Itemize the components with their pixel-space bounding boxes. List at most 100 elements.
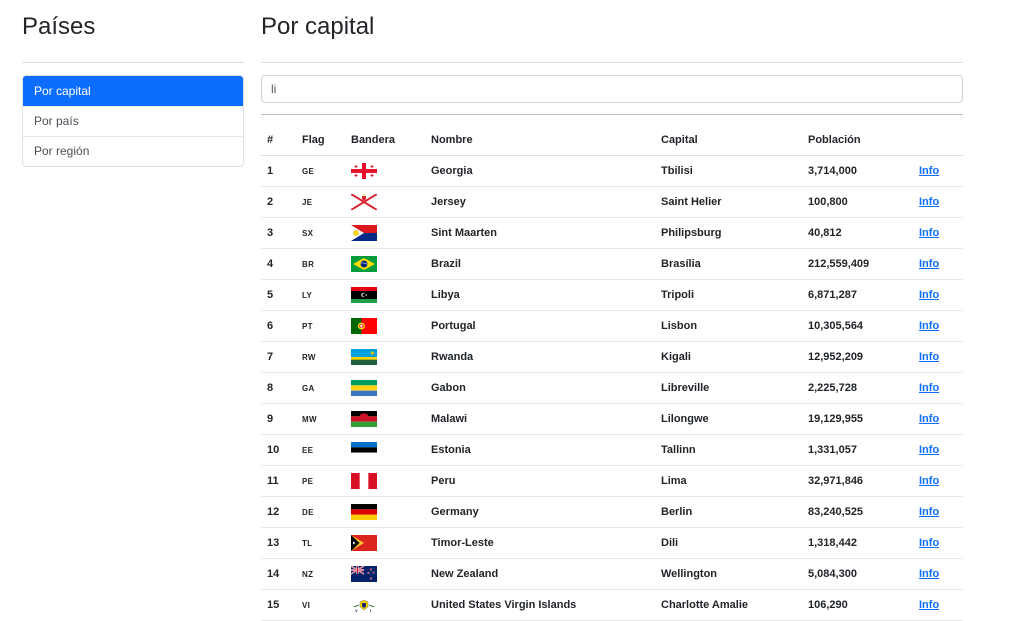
info-link[interactable]: Info (919, 413, 939, 425)
header-capital: Capital (655, 125, 802, 156)
menu-item-por-pais[interactable]: Por país (23, 106, 243, 136)
ee-flag-icon (351, 442, 377, 458)
country-code: RW (296, 341, 345, 373)
country-name: United States Virgin Islands (425, 589, 655, 621)
country-code: DE (296, 496, 345, 528)
country-capital: Tallinn (655, 434, 802, 466)
country-capital: Berlin (655, 496, 802, 528)
country-population: 100,800 (802, 186, 913, 218)
vi-flag-icon: VI (351, 597, 377, 613)
country-code: GE (296, 155, 345, 187)
info-link[interactable]: Info (919, 227, 939, 239)
header-nombre: Nombre (425, 125, 655, 156)
country-name: Georgia (425, 155, 655, 187)
country-population: 1,318,442 (802, 527, 913, 559)
country-code: SX (296, 217, 345, 249)
header-actions (913, 125, 963, 156)
row-number: 10 (261, 434, 296, 466)
info-cell: Info (913, 248, 963, 280)
pt-flag-icon (351, 318, 377, 334)
sidebar-divider (22, 62, 244, 63)
table-row: 6 PT Portugal Lisbon 10,305,564 Info (261, 310, 963, 342)
country-population: 12,952,209 (802, 341, 913, 373)
country-capital: Tbilisi (655, 155, 802, 187)
table-row: 5 LY Libya Tripoli 6,871,287 Info (261, 279, 963, 311)
info-link[interactable]: Info (919, 537, 939, 549)
info-link[interactable]: Info (919, 196, 939, 208)
country-name: Sint Maarten (425, 217, 655, 249)
row-number: 5 (261, 279, 296, 311)
row-number: 1 (261, 155, 296, 187)
country-name: Germany (425, 496, 655, 528)
country-name: New Zealand (425, 558, 655, 590)
info-cell: Info (913, 434, 963, 466)
ly-flag-icon (351, 287, 377, 303)
info-cell: Info (913, 589, 963, 621)
table-header-row: # Flag Bandera Nombre Capital Población (261, 125, 963, 156)
page-title: Por capital (261, 13, 375, 40)
info-link[interactable]: Info (919, 506, 939, 518)
br-flag-icon (351, 256, 377, 272)
country-name: Rwanda (425, 341, 655, 373)
nz-flag-icon (351, 566, 377, 582)
sidebar-menu: Por capital Por país Por región (22, 75, 244, 167)
title-divider (261, 62, 963, 63)
table-row: 2 JE Jersey Saint Helier 100,800 Info (261, 186, 963, 218)
row-number: 12 (261, 496, 296, 528)
country-capital: Wellington (655, 558, 802, 590)
menu-item-por-capital[interactable]: Por capital (23, 76, 243, 106)
country-population: 5,084,300 (802, 558, 913, 590)
info-link[interactable]: Info (919, 475, 939, 487)
info-link[interactable]: Info (919, 289, 939, 301)
row-number: 9 (261, 403, 296, 435)
country-population: 3,714,000 (802, 155, 913, 187)
flag-cell (345, 310, 425, 342)
country-name: Timor-Leste (425, 527, 655, 559)
je-flag-icon (351, 194, 377, 210)
rw-flag-icon (351, 349, 377, 365)
table-row: 15 VI V I United States Virgin Islands Charlo… (261, 589, 963, 621)
row-number: 6 (261, 310, 296, 342)
country-population: 6,871,287 (802, 279, 913, 311)
country-population: 32,971,846 (802, 465, 913, 497)
menu-item-por-region[interactable]: Por región (23, 136, 243, 166)
search-input[interactable] (261, 75, 963, 103)
country-code: GA (296, 372, 345, 404)
flag-cell (345, 155, 425, 187)
info-link[interactable]: Info (919, 258, 939, 270)
table-row: 4 BR Brazil Brasília 212,559,409 Info (261, 248, 963, 280)
info-link[interactable]: Info (919, 382, 939, 394)
sx-flag-icon (351, 225, 377, 241)
country-capital: Lisbon (655, 310, 802, 342)
info-link[interactable]: Info (919, 568, 939, 580)
country-name: Portugal (425, 310, 655, 342)
svg-text:V: V (355, 608, 358, 613)
info-link[interactable]: Info (919, 599, 939, 611)
row-number: 15 (261, 589, 296, 621)
info-link[interactable]: Info (919, 320, 939, 332)
country-capital: Kigali (655, 341, 802, 373)
country-code: TL (296, 527, 345, 559)
country-code: NZ (296, 558, 345, 590)
country-code: VI (296, 589, 345, 621)
row-number: 13 (261, 527, 296, 559)
flag-cell (345, 465, 425, 497)
country-population: 10,305,564 (802, 310, 913, 342)
country-code: PT (296, 310, 345, 342)
country-capital: Dili (655, 527, 802, 559)
country-population: 40,812 (802, 217, 913, 249)
flag-cell (345, 341, 425, 373)
sidebar: Países Por capital Por país Por región (22, 0, 244, 167)
info-link[interactable]: Info (919, 444, 939, 456)
table-row: 10 EE Estonia Tallinn 1,331,057 Info (261, 434, 963, 466)
country-code: BR (296, 248, 345, 280)
header-poblacion: Población (802, 125, 913, 156)
info-link[interactable]: Info (919, 351, 939, 363)
country-name: Estonia (425, 434, 655, 466)
tl-flag-icon (351, 535, 377, 551)
country-code: JE (296, 186, 345, 218)
country-name: Brazil (425, 248, 655, 280)
row-number: 11 (261, 465, 296, 497)
country-name: Peru (425, 465, 655, 497)
info-link[interactable]: Info (919, 165, 939, 177)
